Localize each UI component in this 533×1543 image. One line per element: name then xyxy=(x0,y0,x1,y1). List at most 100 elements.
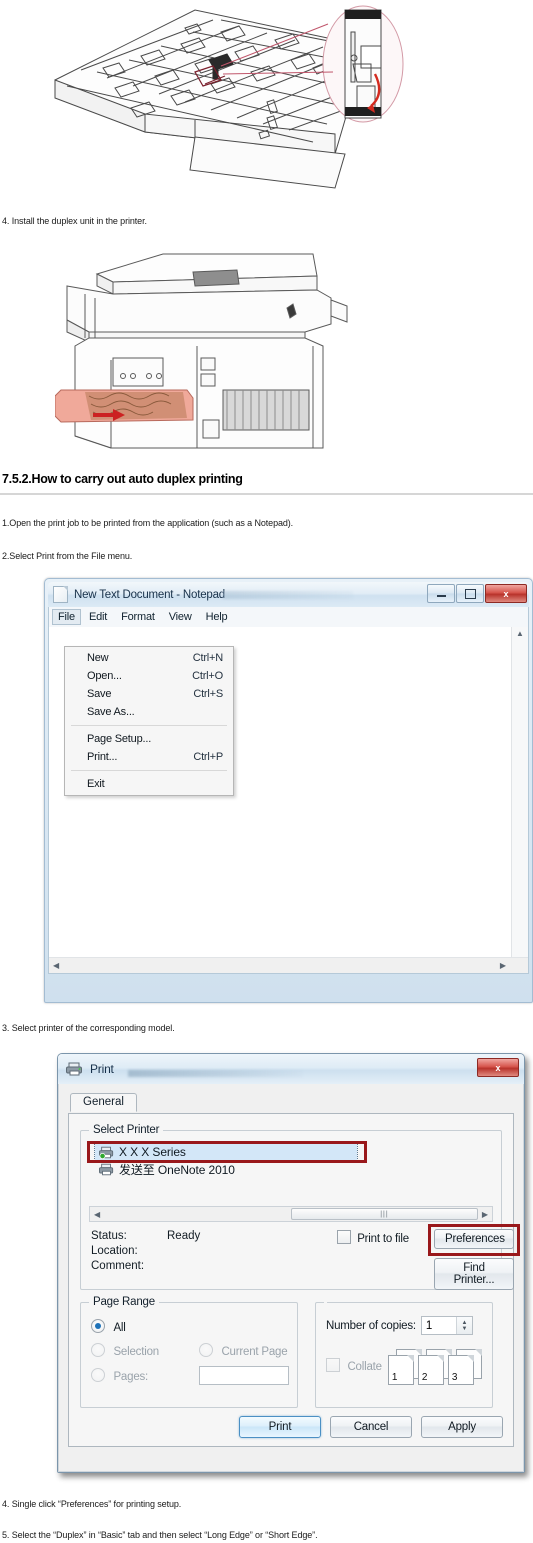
menu-item-print[interactable]: Print... Ctrl+P xyxy=(65,748,233,766)
print-dialog-window-controls[interactable]: x xyxy=(477,1058,519,1077)
minimize-icon xyxy=(436,595,446,597)
preferences-button[interactable]: Preferences xyxy=(434,1229,514,1249)
vertical-scrollbar[interactable]: ▲ xyxy=(511,627,528,958)
printer-list-item-onenote[interactable]: 发送至 OneNote 2010 xyxy=(95,1160,493,1179)
menu-edit[interactable]: Edit xyxy=(83,609,113,625)
printer-list-scrollbar[interactable]: ◀ ▶ ||| xyxy=(89,1206,493,1222)
notepad-title: New Text Document - Notepad xyxy=(74,588,225,601)
radio-all[interactable]: All xyxy=(91,1318,289,1336)
notepad-menubar[interactable]: File Edit Format View Help xyxy=(48,607,529,627)
section-heading: 7.5.2.How to carry out auto duplex print… xyxy=(2,472,243,486)
scroll-right-icon[interactable]: ▶ xyxy=(500,962,506,970)
close-icon: x xyxy=(503,588,509,599)
radio-icon[interactable] xyxy=(199,1343,213,1357)
printer-icon xyxy=(99,1163,114,1176)
window-controls[interactable]: x xyxy=(427,584,527,603)
maximize-button[interactable] xyxy=(456,584,484,603)
page-range-group: Page Range All Selection Current Page Pa… xyxy=(80,1296,298,1408)
radio-selection-label: Selection xyxy=(113,1346,159,1358)
menu-item-save[interactable]: Save Ctrl+S xyxy=(65,685,233,703)
print-dialog-title: Print xyxy=(90,1062,114,1076)
radio-icon[interactable] xyxy=(91,1343,105,1357)
tab-general[interactable]: General xyxy=(70,1093,137,1112)
radio-all-label: All xyxy=(113,1322,126,1334)
menu-item-new[interactable]: New Ctrl+N xyxy=(65,649,233,667)
print-dialog-footer: Print Cancel Apply xyxy=(69,1416,513,1438)
notepad-titlebar[interactable]: New Text Document - Notepad x xyxy=(48,582,529,607)
print-dialog-titlebar[interactable]: Print x xyxy=(58,1054,524,1084)
collate-checkbox[interactable]: Collate xyxy=(326,1357,382,1375)
step-1-open-text: 1.Open the print job to be printed from … xyxy=(2,518,294,528)
menu-format[interactable]: Format xyxy=(115,609,161,625)
radio-current-page-label: Current Page xyxy=(221,1346,288,1358)
maximize-icon xyxy=(464,588,476,599)
collate-page-number: 3 xyxy=(451,1372,458,1383)
print-dialog[interactable]: Print x General Select Printer X X X Ser… xyxy=(57,1053,525,1473)
duplex-unit-tray-illustration xyxy=(45,2,445,200)
status-value: Ready xyxy=(167,1230,201,1242)
radio-current-page[interactable]: Current Page xyxy=(199,1342,288,1360)
horizontal-scrollbar[interactable]: ◀ ▶ xyxy=(49,957,528,973)
checkbox-icon[interactable] xyxy=(337,1230,351,1244)
menu-separator-1 xyxy=(71,725,227,726)
menu-item-save-as[interactable]: Save As... xyxy=(65,703,233,721)
printer-list[interactable]: X X X Series 发送至 OneNote 2010 xyxy=(87,1141,493,1202)
apply-button[interactable]: Apply xyxy=(421,1416,503,1438)
menu-item-open-accel: Ctrl+O xyxy=(192,670,223,682)
pages-input[interactable] xyxy=(199,1366,289,1385)
notepad-text-area[interactable]: New Ctrl+N Open... Ctrl+O Save Ctrl+S Sa… xyxy=(48,627,529,974)
close-icon: x xyxy=(495,1062,501,1073)
copies-label: Number of copies: xyxy=(326,1319,416,1332)
copies-value[interactable]: 1 xyxy=(422,1320,456,1332)
radio-selection[interactable]: Selection xyxy=(91,1342,199,1360)
checkbox-icon[interactable] xyxy=(326,1358,340,1372)
collate-page-number: 2 xyxy=(421,1372,428,1383)
menu-item-exit[interactable]: Exit xyxy=(65,775,233,793)
file-dropdown-menu[interactable]: New Ctrl+N Open... Ctrl+O Save Ctrl+S Sa… xyxy=(64,646,234,796)
menu-item-page-setup-label: Page Setup... xyxy=(87,733,152,745)
collate-page-front-3: 3 xyxy=(447,1355,474,1385)
step-4-preferences-text: 4. Single click “Preferences” for printi… xyxy=(2,1499,182,1509)
radio-icon[interactable] xyxy=(91,1319,105,1333)
collate-label: Collate xyxy=(347,1361,382,1373)
menu-item-save-accel: Ctrl+S xyxy=(193,688,223,700)
copies-stepper[interactable]: 1 ▲ ▼ xyxy=(420,1316,473,1335)
find-printer-button[interactable]: Find Printer... xyxy=(434,1258,514,1290)
scrollbar-thumb[interactable]: ||| xyxy=(291,1208,478,1220)
stepper-arrows-icon[interactable]: ▲ ▼ xyxy=(455,1317,472,1334)
scroll-left-icon[interactable]: ◀ xyxy=(53,962,59,970)
notepad-window[interactable]: New Text Document - Notepad x File Edit … xyxy=(44,578,533,1003)
radio-pages-label: Pages: xyxy=(113,1370,149,1383)
location-label: Location: xyxy=(91,1245,138,1257)
print-to-file-checkbox[interactable]: Print to file xyxy=(337,1230,409,1247)
menu-help[interactable]: Help xyxy=(200,609,234,625)
print-button[interactable]: Print xyxy=(239,1416,321,1438)
menu-file[interactable]: File xyxy=(52,609,81,625)
close-button[interactable]: x xyxy=(477,1058,519,1077)
menu-item-page-setup[interactable]: Page Setup... xyxy=(65,730,233,748)
menu-item-print-accel: Ctrl+P xyxy=(193,751,223,763)
scroll-left-icon[interactable]: ◀ xyxy=(94,1211,100,1219)
menu-item-page-setup-accel xyxy=(211,733,223,745)
collate-page-front-2: 2 xyxy=(417,1355,444,1385)
tabstrip[interactable]: General xyxy=(68,1093,514,1114)
step-4-install-text: 4. Install the duplex unit in the printe… xyxy=(2,216,147,226)
menu-item-open[interactable]: Open... Ctrl+O xyxy=(65,667,233,685)
copies-group: Number of copies: 1 ▲ ▼ Collate 1 2 3 xyxy=(315,1296,493,1408)
stepper-down-icon[interactable]: ▼ xyxy=(461,1326,467,1332)
menu-view[interactable]: View xyxy=(163,609,198,625)
printer-name: X X X Series xyxy=(119,1145,186,1159)
radio-pages[interactable]: Pages: xyxy=(91,1367,199,1385)
menu-item-save-label: Save xyxy=(87,688,112,700)
radio-icon[interactable] xyxy=(91,1367,105,1382)
scroll-right-icon[interactable]: ▶ xyxy=(482,1211,488,1219)
titlebar-reflection xyxy=(128,1070,303,1077)
scroll-up-icon[interactable]: ▲ xyxy=(516,630,524,638)
minimize-button[interactable] xyxy=(427,584,455,603)
page-range-legend: Page Range xyxy=(93,1296,155,1308)
cancel-button[interactable]: Cancel xyxy=(330,1416,412,1438)
menu-item-open-label: Open... xyxy=(87,670,122,682)
print-dialog-body: General Select Printer X X X Series 发送至 … xyxy=(58,1084,524,1472)
close-button[interactable]: x xyxy=(485,584,527,603)
printer-list-item-xxx-series[interactable]: X X X Series xyxy=(94,1143,358,1161)
